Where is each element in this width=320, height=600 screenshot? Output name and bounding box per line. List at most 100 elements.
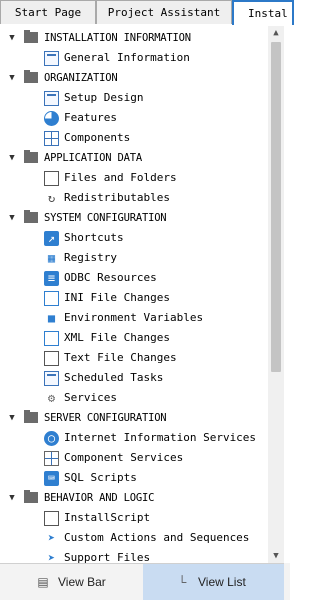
tree-item-label: Redistributables <box>64 191 170 204</box>
tree-item-label: Component Services <box>64 451 184 464</box>
tree-item-label: Shortcuts <box>64 231 124 244</box>
tab-project-assistant[interactable]: Project Assistant <box>96 0 232 24</box>
chevron-down-icon[interactable]: ▼ <box>6 208 18 228</box>
registry-icon: ▦ <box>47 251 56 265</box>
chevron-down-icon[interactable]: ▼ <box>6 148 18 168</box>
installation-designer-tree: ▼ INSTALLATION INFORMATION General Infor… <box>0 26 290 563</box>
tree-item-custom-actions-and-sequences[interactable]: ➤ Custom Actions and Sequences <box>0 528 268 548</box>
document-tab-bar: Start Page Project Assistant Instal <box>0 0 294 25</box>
tree-item-scheduled-tasks[interactable]: Scheduled Tasks <box>0 368 268 388</box>
tree-item-label: Features <box>64 111 117 124</box>
features-icon <box>44 111 59 126</box>
tree-group-organization[interactable]: ▼ ORGANIZATION <box>0 68 268 88</box>
globe-icon: ○ <box>44 431 59 446</box>
component-services-icon <box>44 451 59 466</box>
tree-item-label: Services <box>64 391 117 404</box>
tree-item-odbc-resources[interactable]: ≡ ODBC Resources <box>0 268 268 288</box>
xml-file-changes-icon <box>44 331 59 346</box>
tree-item-services[interactable]: ⚙ Services <box>0 388 268 408</box>
folder-icon <box>24 210 38 223</box>
folder-icon <box>24 150 38 163</box>
tree-item-environment-variables[interactable]: ■ Environment Variables <box>0 308 268 328</box>
view-bar-icon: ▤ <box>37 575 49 589</box>
bottom-view-switcher: ▤ View Bar └ View List <box>0 563 290 600</box>
tree-item-support-files[interactable]: ➤ Support Files <box>0 548 268 563</box>
tree-item-label: INI File Changes <box>64 291 170 304</box>
tree-item-label: ODBC Resources <box>64 271 157 284</box>
tree-item-label: Files and Folders <box>64 171 177 184</box>
tree-group-installation-information[interactable]: ▼ INSTALLATION INFORMATION <box>0 28 268 48</box>
tree-item-label: Setup Design <box>64 91 144 104</box>
setup-design-icon <box>44 91 59 106</box>
chevron-down-icon[interactable]: ▼ <box>6 408 18 428</box>
folder-icon <box>24 410 38 423</box>
scrollbar-thumb[interactable] <box>271 42 281 372</box>
chevron-down-icon[interactable]: ▼ <box>6 28 18 48</box>
custom-actions-icon: ➤ <box>47 531 56 545</box>
view-list-icon: └ <box>177 575 187 589</box>
tree-group-label: BEHAVIOR AND LOGIC <box>44 492 155 504</box>
tree-item-label: Support Files <box>64 551 151 563</box>
tree-item-registry[interactable]: ▦ Registry <box>0 248 268 268</box>
tree-item-label: Environment Variables <box>64 311 204 324</box>
tree-item-installscript[interactable]: InstallScript <box>0 508 268 528</box>
view-list-button[interactable]: └ View List <box>143 564 284 600</box>
text-file-changes-icon <box>44 351 59 366</box>
general-information-icon <box>44 51 59 66</box>
tree-item-label: Text File Changes <box>64 351 177 364</box>
tree-item-label: SQL Scripts <box>64 471 137 484</box>
tree-item-label: Components <box>64 131 131 144</box>
tree-group-behavior-and-logic[interactable]: ▼ BEHAVIOR AND LOGIC <box>0 488 268 508</box>
tree-item-files-and-folders[interactable]: Files and Folders <box>0 168 268 188</box>
services-icon: ⚙ <box>47 391 56 405</box>
tree-item-shortcuts[interactable]: ↗ Shortcuts <box>0 228 268 248</box>
scheduled-tasks-icon <box>44 371 59 386</box>
environment-variables-icon: ■ <box>47 311 56 325</box>
ini-file-changes-icon <box>44 291 59 306</box>
tree-item-text-file-changes[interactable]: Text File Changes <box>0 348 268 368</box>
tree-item-label: Custom Actions and Sequences <box>64 531 250 544</box>
panel-edge <box>284 563 290 600</box>
view-bar-button[interactable]: ▤ View Bar <box>0 564 143 600</box>
tree-item-label: Scheduled Tasks <box>64 371 164 384</box>
shortcuts-icon: ↗ <box>44 231 59 246</box>
view-list-label: View List <box>198 575 246 589</box>
tree-group-label: SYSTEM CONFIGURATION <box>44 212 167 224</box>
tree-item-label: General Information <box>64 51 190 64</box>
view-bar-label: View Bar <box>58 575 106 589</box>
files-and-folders-icon <box>44 171 59 186</box>
tree-item-sql-scripts[interactable]: ⌨ SQL Scripts <box>0 468 268 488</box>
tree-group-label: INSTALLATION INFORMATION <box>44 32 191 44</box>
tree-group-system-configuration[interactable]: ▼ SYSTEM CONFIGURATION <box>0 208 268 228</box>
redistributables-icon: ↻ <box>47 191 56 205</box>
tree-item-label: Internet Information Services <box>64 431 257 444</box>
tree-group-server-configuration[interactable]: ▼ SERVER CONFIGURATION <box>0 408 268 428</box>
tree-item-xml-file-changes[interactable]: XML File Changes <box>0 328 268 348</box>
tree-item-features[interactable]: Features <box>0 108 268 128</box>
tree-item-components[interactable]: Components <box>0 128 268 148</box>
tree-group-label: ORGANIZATION <box>44 72 118 84</box>
tree-item-setup-design[interactable]: Setup Design <box>0 88 268 108</box>
scroll-down-icon[interactable]: ▼ <box>268 549 284 563</box>
installscript-icon <box>44 511 59 526</box>
tree-item-label: InstallScript <box>64 511 151 524</box>
tree-item-component-services[interactable]: Component Services <box>0 448 268 468</box>
tree-group-application-data[interactable]: ▼ APPLICATION DATA <box>0 148 268 168</box>
tree-item-redistributables[interactable]: ↻ Redistributables <box>0 188 268 208</box>
scroll-up-icon[interactable]: ▲ <box>268 26 284 40</box>
folder-icon <box>24 490 38 503</box>
folder-icon <box>24 70 38 83</box>
tree-item-label: XML File Changes <box>64 331 170 344</box>
chevron-down-icon[interactable]: ▼ <box>6 488 18 508</box>
folder-icon <box>24 30 38 43</box>
tree-item-internet-information-services[interactable]: ○ Internet Information Services <box>0 428 268 448</box>
vertical-scrollbar[interactable]: ▲ ▼ <box>268 26 284 563</box>
tree-item-general-information[interactable]: General Information <box>0 48 268 68</box>
components-icon <box>44 131 59 146</box>
tab-installation-designer[interactable]: Instal <box>232 0 294 25</box>
tab-start-page[interactable]: Start Page <box>0 0 96 24</box>
tree-group-label: SERVER CONFIGURATION <box>44 412 167 424</box>
tree-item-label: Registry <box>64 251 117 264</box>
chevron-down-icon[interactable]: ▼ <box>6 68 18 88</box>
tree-item-ini-file-changes[interactable]: INI File Changes <box>0 288 268 308</box>
